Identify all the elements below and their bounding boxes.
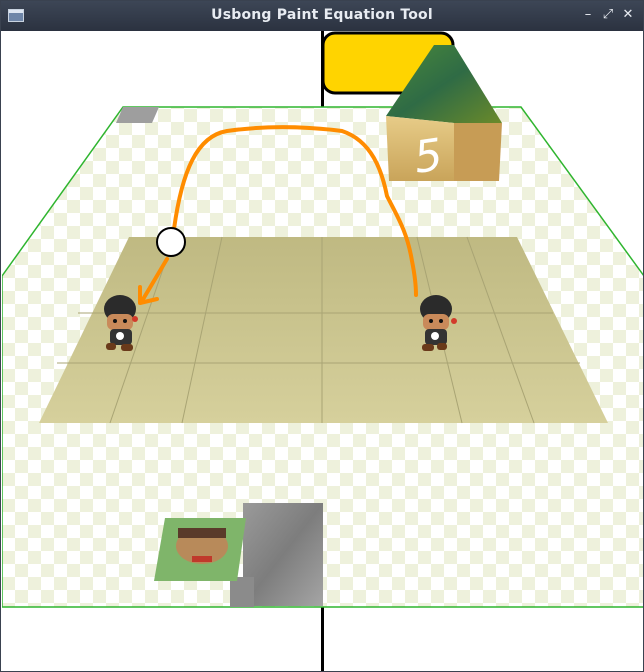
ball-icon[interactable]	[156, 227, 186, 257]
scene-svg: 5	[1, 31, 643, 671]
restore-button[interactable]: ⤢	[599, 5, 617, 25]
stone-tile	[243, 503, 323, 606]
stone-tile-edge	[230, 577, 254, 607]
title-bar[interactable]: Usbong Paint Equation Tool – ⤢ ✕	[1, 1, 643, 31]
gray-corner-tile	[116, 107, 159, 123]
window-title: Usbong Paint Equation Tool	[211, 7, 433, 23]
close-button[interactable]: ✕	[619, 5, 637, 25]
minimize-button[interactable]: –	[579, 5, 597, 25]
app-window: Usbong Paint Equation Tool – ⤢ ✕ 5	[0, 0, 644, 672]
game-canvas[interactable]: 5	[1, 31, 643, 671]
tile-icon	[154, 518, 246, 581]
